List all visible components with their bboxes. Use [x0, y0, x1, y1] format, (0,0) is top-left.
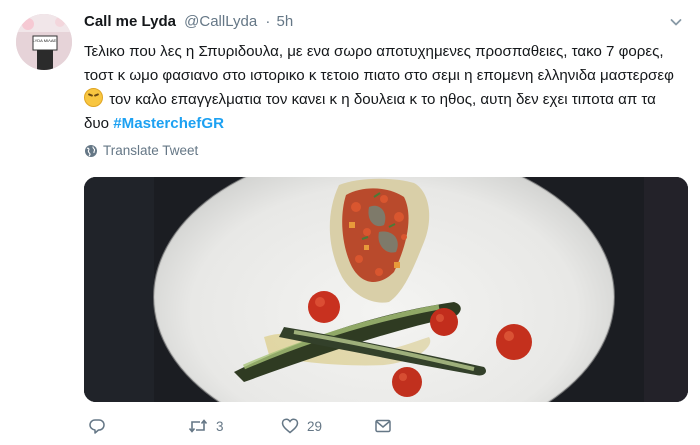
globe-icon: [85, 144, 97, 157]
tweet-text-main: Τελικο που λες η Σπυριδουλα, με ενα σωρο…: [84, 43, 674, 84]
tweet-header: Call me Lyda @CallLyda · 5h: [84, 13, 293, 30]
author-name[interactable]: Call me Lyda: [84, 13, 176, 30]
chevron-down-icon[interactable]: [670, 15, 682, 27]
author-handle[interactable]: @CallLyda: [184, 13, 257, 30]
direct-message-button[interactable]: [374, 417, 392, 435]
tweet-text: Τελικο που λες η Σπυριδουλα, με ενα σωρο…: [84, 40, 684, 136]
like-button[interactable]: 29: [281, 417, 322, 435]
like-icon: [281, 418, 299, 434]
tweet-actions: 3 29: [84, 417, 684, 441]
retweet-icon: [188, 419, 208, 433]
reply-button[interactable]: [88, 417, 106, 435]
tweet-card[interactable]: LYDA ΜΙΛΑΕΙ Call me Lyda @CallLyda · 5h …: [0, 0, 700, 445]
separator-dot: ·: [265, 13, 271, 30]
translate-label: Translate Tweet: [103, 143, 199, 158]
tweet-image-dish[interactable]: [84, 177, 688, 402]
avatar-sign-text: LYDA ΜΙΛΑΕΙ: [33, 38, 58, 43]
retweet-button[interactable]: 3: [188, 417, 224, 435]
like-count: 29: [307, 418, 323, 434]
reply-icon: [89, 419, 105, 434]
tweet-timestamp[interactable]: 5h: [277, 13, 294, 30]
retweet-count: 3: [216, 418, 224, 434]
message-icon: [375, 419, 391, 433]
avatar[interactable]: LYDA ΜΙΛΑΕΙ: [16, 14, 72, 70]
hashtag-link[interactable]: #MasterchefGR: [113, 115, 224, 132]
crying-laughing-emoji-icon: [84, 88, 103, 107]
translate-tweet-link[interactable]: Translate Tweet: [84, 143, 198, 158]
